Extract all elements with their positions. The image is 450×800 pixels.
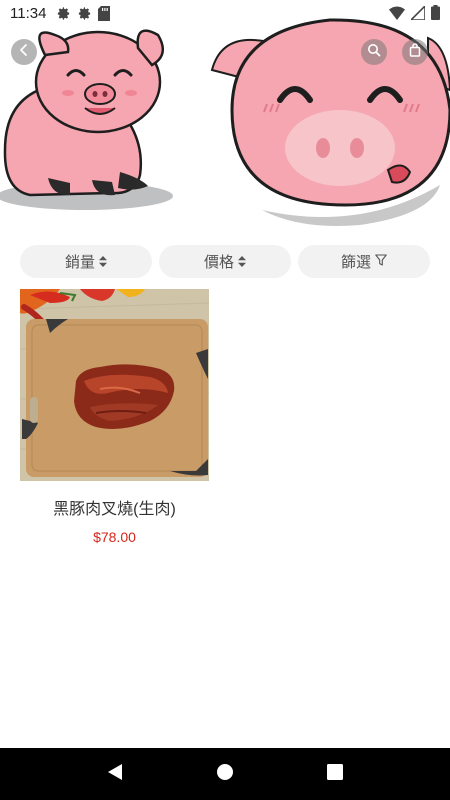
filter-button[interactable]: 篩選 (298, 245, 430, 278)
system-nav-bar (0, 748, 450, 800)
nav-back-button[interactable] (95, 754, 135, 794)
square-recents-icon (327, 763, 343, 785)
shopping-bag-icon (409, 42, 421, 62)
sort-by-price-label: 價格 (203, 254, 234, 271)
sort-arrows-icon (99, 256, 107, 268)
wifi-icon (389, 6, 405, 20)
gear-icon (56, 6, 71, 21)
triangle-back-icon (107, 763, 123, 786)
status-time: 11:34 (10, 4, 47, 22)
status-bar: 11:34 (0, 0, 450, 26)
sort-arrows-icon (238, 256, 246, 268)
filter-label: 篩選 (340, 254, 371, 271)
cart-button[interactable] (402, 39, 428, 65)
screen: 11:34 銷量 價格 篩選 黑豚肉叉燒(生肉) $78.00 (0, 0, 450, 800)
product-price: $78.00 (93, 529, 136, 545)
product-card[interactable]: 黑豚肉叉燒(生肉) $78.00 (20, 289, 209, 545)
circle-home-icon (216, 763, 234, 786)
back-button[interactable] (11, 39, 37, 65)
banner-image (0, 0, 450, 232)
sort-by-sales-button[interactable]: 銷量 (20, 245, 152, 278)
sd-card-icon (98, 5, 111, 21)
search-button[interactable] (361, 39, 387, 65)
sort-by-sales-label: 銷量 (64, 254, 95, 271)
sort-bar: 銷量 價格 篩選 (20, 245, 430, 278)
product-name[interactable]: 黑豚肉叉燒(生肉) (20, 495, 209, 519)
battery-icon (431, 5, 440, 20)
nav-home-button[interactable] (205, 754, 245, 794)
chevron-left-icon (18, 43, 30, 62)
product-photo (20, 289, 209, 481)
gear-icon (77, 6, 92, 21)
search-icon (367, 43, 381, 62)
pig-banner-illustration (0, 18, 450, 226)
filter-icon (375, 253, 387, 270)
signal-icon (411, 5, 425, 20)
sort-by-price-button[interactable]: 價格 (159, 245, 291, 278)
nav-recents-button[interactable] (315, 754, 355, 794)
product-image[interactable] (20, 289, 209, 481)
